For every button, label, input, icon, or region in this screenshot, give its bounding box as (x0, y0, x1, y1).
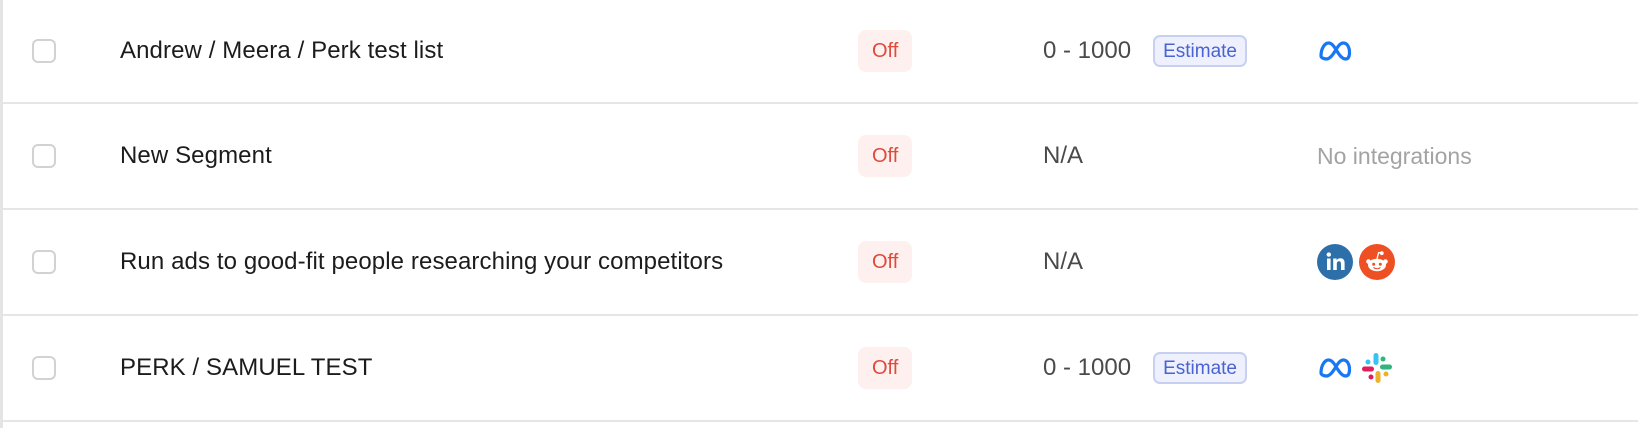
audience-size: 0 - 1000 (1043, 37, 1132, 64)
audience-size: N/A (1043, 142, 1084, 169)
row-select-checkbox[interactable] (32, 356, 56, 380)
segment-name[interactable]: PERK / SAMUEL TEST (120, 354, 373, 382)
segment-name[interactable]: Run ads to good-fit people researching y… (120, 248, 723, 276)
integrations-list (1317, 210, 1395, 314)
integrations-list (1317, 0, 1353, 102)
row-select-checkbox[interactable] (32, 144, 56, 168)
reddit-icon (1359, 244, 1395, 280)
table-row[interactable]: New Segment Off N/A No integrations (3, 104, 1638, 210)
no-integrations-text: No integrations (1317, 142, 1472, 169)
status-badge: Off (858, 347, 913, 389)
estimate-badge: Estimate (1153, 352, 1247, 384)
table-row[interactable]: PERK / SAMUEL TEST Off 0 - 1000 Estimate (3, 316, 1638, 422)
segments-table: Andrew / Meera / Perk test list Off 0 - … (3, 0, 1638, 422)
status-badge: Off (858, 30, 913, 72)
segment-name[interactable]: Andrew / Meera / Perk test list (120, 37, 443, 65)
integrations-list: No integrations (1317, 104, 1472, 208)
audience-size: N/A (1043, 248, 1084, 275)
audience-size: 0 - 1000 (1043, 354, 1132, 381)
segment-name[interactable]: New Segment (120, 142, 272, 170)
slack-icon (1359, 350, 1395, 386)
status-badge: Off (858, 241, 913, 283)
row-select-checkbox[interactable] (32, 39, 56, 63)
estimate-badge: Estimate (1153, 35, 1247, 67)
meta-icon (1317, 33, 1353, 69)
linkedin-icon (1317, 244, 1353, 280)
meta-icon (1317, 350, 1353, 386)
row-select-checkbox[interactable] (32, 250, 56, 274)
table-row[interactable]: Run ads to good-fit people researching y… (3, 210, 1638, 316)
table-row[interactable]: Andrew / Meera / Perk test list Off 0 - … (3, 0, 1638, 104)
status-badge: Off (858, 135, 913, 177)
integrations-list (1317, 316, 1395, 420)
